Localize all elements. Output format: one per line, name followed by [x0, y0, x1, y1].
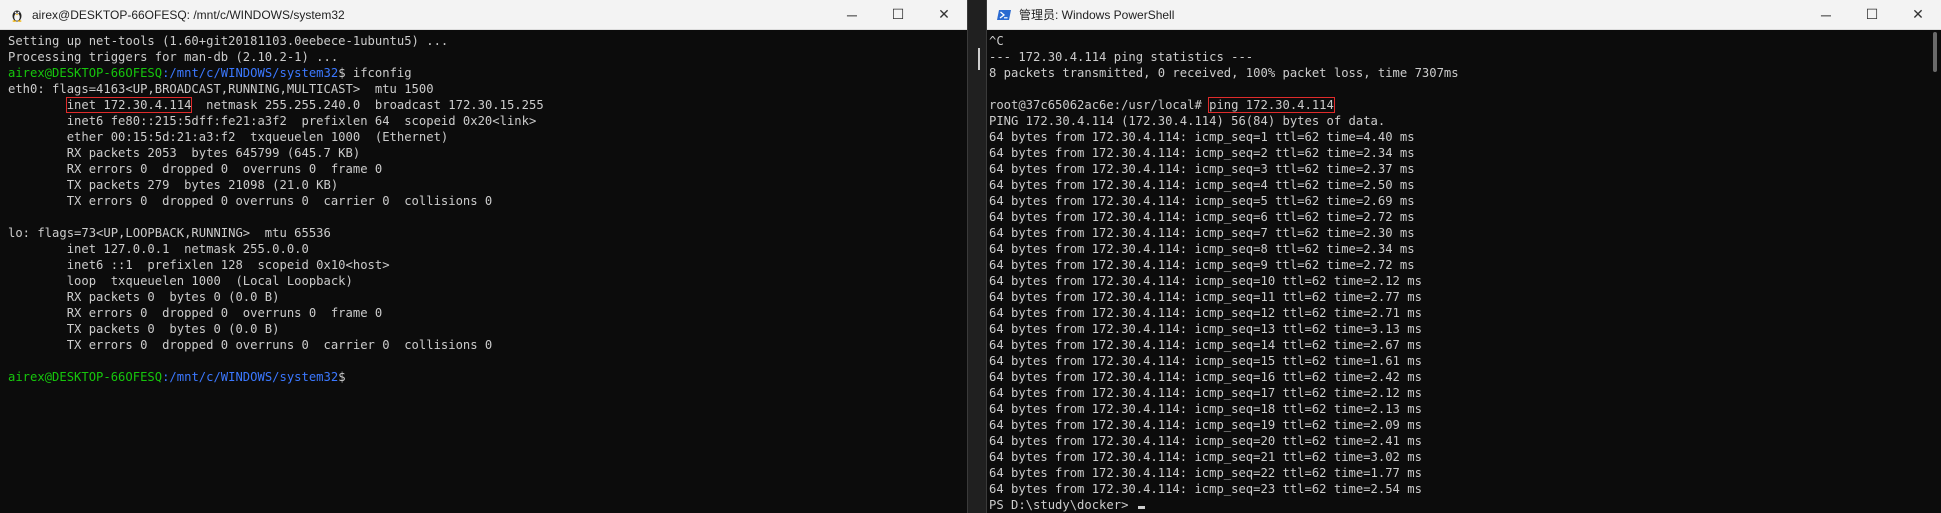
terminal-line: lo: flags=73<UP,LOOPBACK,RUNNING> mtu 65…	[8, 226, 331, 240]
terminal-line: 64 bytes from 172.30.4.114: icmp_seq=10 …	[989, 274, 1422, 288]
terminal-line: RX packets 2053 bytes 645799 (645.7 KB)	[8, 146, 361, 160]
terminal-line: 64 bytes from 172.30.4.114: icmp_seq=21 …	[989, 450, 1422, 464]
terminal-line: 64 bytes from 172.30.4.114: icmp_seq=3 t…	[989, 162, 1415, 176]
terminal-line: loop txqueuelen 1000 (Local Loopback)	[8, 274, 353, 288]
terminal-line: inet6 fe80::215:5dff:fe21:a3f2 prefixlen…	[8, 114, 537, 128]
minimize-button[interactable]: ─	[829, 0, 875, 29]
window-title: 管理员: Windows PowerShell	[1019, 8, 1175, 22]
terminal-line: inet6 ::1 prefixlen 128 scopeid 0x10<hos…	[8, 258, 390, 272]
command-text: $	[338, 370, 346, 384]
prompt-user: airex@DESKTOP-66OFESQ	[8, 66, 163, 80]
maximize-button[interactable]: ☐	[1849, 0, 1895, 29]
desktop-gap	[968, 0, 986, 513]
terminal-line: 64 bytes from 172.30.4.114: icmp_seq=20 …	[989, 434, 1422, 448]
terminal-line: root@37c65062ac6e:/usr/local# ping 172.3…	[989, 97, 1941, 113]
highlighted-text: inet 172.30.4.114	[65, 97, 193, 113]
powershell-icon	[997, 8, 1011, 22]
terminal-line: TX packets 279 bytes 21098 (21.0 KB)	[8, 178, 339, 192]
powershell-window[interactable]: 管理员: Windows PowerShell ─ ☐ ✕ ^C --- 172.…	[986, 0, 1941, 513]
terminal-line: 64 bytes from 172.30.4.114: icmp_seq=16 …	[989, 370, 1422, 384]
terminal-line: 64 bytes from 172.30.4.114: icmp_seq=14 …	[989, 338, 1422, 352]
terminal-line: inet 127.0.0.1 netmask 255.0.0.0	[8, 242, 309, 256]
prompt-prefix: root@37c65062ac6e:/usr/local#	[989, 98, 1210, 112]
terminal-line: 64 bytes from 172.30.4.114: icmp_seq=15 …	[989, 354, 1422, 368]
terminal-line: 64 bytes from 172.30.4.114: icmp_seq=19 …	[989, 418, 1422, 432]
prompt-path: :/mnt/c/WINDOWS/system32	[162, 66, 339, 80]
terminal-line: 64 bytes from 172.30.4.114: icmp_seq=18 …	[989, 402, 1422, 416]
terminal-output[interactable]: Setting up net-tools (1.60+git20181103.0…	[0, 30, 967, 513]
terminal-line: 64 bytes from 172.30.4.114: icmp_seq=9 t…	[989, 258, 1415, 272]
terminal-line: RX packets 0 bytes 0 (0.0 B)	[8, 290, 280, 304]
terminal-line: 64 bytes from 172.30.4.114: icmp_seq=17 …	[989, 386, 1422, 400]
terminal-line: 8 packets transmitted, 0 received, 100% …	[989, 66, 1459, 80]
maximize-button[interactable]: ☐	[875, 0, 921, 29]
prompt-user: airex@DESKTOP-66OFESQ	[8, 370, 163, 384]
terminal-line: ether 00:15:5d:21:a3:f2 txqueuelen 1000 …	[8, 130, 449, 144]
terminal-line: 64 bytes from 172.30.4.114: icmp_seq=1 t…	[989, 130, 1415, 144]
close-button[interactable]: ✕	[1895, 0, 1941, 29]
terminal-line: TX errors 0 dropped 0 overruns 0 carrier…	[8, 338, 493, 352]
close-button[interactable]: ✕	[921, 0, 967, 29]
terminal-line: Processing triggers for man-db (2.10.2-1…	[8, 50, 339, 64]
terminal-line: ^C	[989, 34, 1004, 48]
window-title: airex@DESKTOP-66OFESQ: /mnt/c/WINDOWS/sy…	[32, 7, 345, 22]
terminal-line: TX errors 0 dropped 0 overruns 0 carrier…	[8, 194, 493, 208]
terminal-line: 64 bytes from 172.30.4.114: icmp_seq=4 t…	[989, 178, 1415, 192]
prompt-path: :/mnt/c/WINDOWS/system32	[162, 370, 339, 384]
terminal-line: 64 bytes from 172.30.4.114: icmp_seq=6 t…	[989, 210, 1415, 224]
terminal-line: 64 bytes from 172.30.4.114: icmp_seq=23 …	[989, 482, 1422, 496]
command-text: $ ifconfig	[338, 66, 412, 80]
scrollbar-thumb[interactable]	[1933, 32, 1937, 72]
terminal-line: 64 bytes from 172.30.4.114: icmp_seq=12 …	[989, 306, 1422, 320]
terminal-line: 64 bytes from 172.30.4.114: icmp_seq=7 t…	[989, 226, 1415, 240]
terminal-line: 64 bytes from 172.30.4.114: icmp_seq=13 …	[989, 322, 1422, 336]
powershell-titlebar[interactable]: 管理员: Windows PowerShell ─ ☐ ✕	[987, 0, 1941, 30]
terminal-line: PS D:\study\docker>	[989, 497, 1941, 513]
terminal-line: airex@DESKTOP-66OFESQ:/mnt/c/WINDOWS/sys…	[8, 65, 967, 81]
text-cursor	[1137, 506, 1145, 509]
wsl-terminal-window[interactable]: airex@DESKTOP-66OFESQ: /mnt/c/WINDOWS/sy…	[0, 0, 968, 513]
line-rest: netmask 255.255.240.0 broadcast 172.30.1…	[191, 98, 544, 112]
terminal-line: 64 bytes from 172.30.4.114: icmp_seq=22 …	[989, 466, 1422, 480]
terminal-line: 64 bytes from 172.30.4.114: icmp_seq=5 t…	[989, 194, 1415, 208]
terminal-line: 64 bytes from 172.30.4.114: icmp_seq=11 …	[989, 290, 1422, 304]
terminal-output[interactable]: ^C --- 172.30.4.114 ping statistics --- 8 …	[987, 30, 1941, 513]
terminal-line: 64 bytes from 172.30.4.114: icmp_seq=8 t…	[989, 242, 1415, 256]
wsl-titlebar[interactable]: airex@DESKTOP-66OFESQ: /mnt/c/WINDOWS/sy…	[0, 0, 967, 30]
terminal-line: airex@DESKTOP-66OFESQ:/mnt/c/WINDOWS/sys…	[8, 369, 967, 385]
prompt-prefix: PS D:\study\docker>	[989, 498, 1136, 512]
linux-penguin-icon	[10, 8, 24, 22]
terminal-line: --- 172.30.4.114 ping statistics ---	[989, 50, 1254, 64]
highlighted-text: ping 172.30.4.114	[1208, 97, 1335, 113]
terminal-line: Setting up net-tools (1.60+git20181103.0…	[8, 34, 449, 48]
terminal-line: 64 bytes from 172.30.4.114: icmp_seq=2 t…	[989, 146, 1415, 160]
terminal-line: inet 172.30.4.114 netmask 255.255.240.0 …	[8, 97, 967, 113]
terminal-line: PING 172.30.4.114 (172.30.4.114) 56(84) …	[989, 114, 1386, 128]
terminal-line: TX packets 0 bytes 0 (0.0 B)	[8, 322, 280, 336]
window-splitter[interactable]	[978, 48, 980, 70]
terminal-line: eth0: flags=4163<UP,BROADCAST,RUNNING,MU…	[8, 82, 434, 96]
terminal-line: RX errors 0 dropped 0 overruns 0 frame 0	[8, 306, 383, 320]
terminal-line: RX errors 0 dropped 0 overruns 0 frame 0	[8, 162, 383, 176]
scrollbar[interactable]	[1931, 32, 1939, 509]
minimize-button[interactable]: ─	[1803, 0, 1849, 29]
